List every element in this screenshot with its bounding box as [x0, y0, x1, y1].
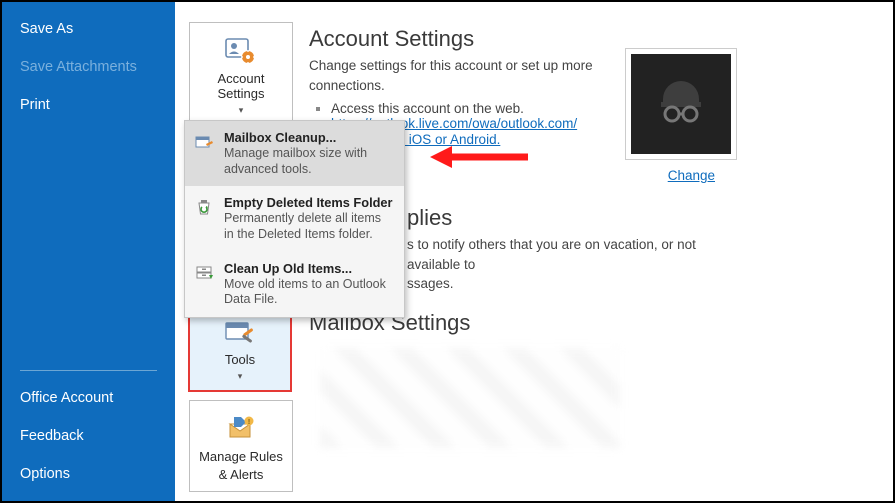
chevron-down-icon: ▾: [239, 105, 244, 116]
mailbox-cleanup-icon: [193, 130, 215, 177]
menu-item-clean-up-old[interactable]: Clean Up Old Items... Move old items to …: [185, 252, 404, 317]
sidebar-item-feedback[interactable]: Feedback: [2, 417, 175, 455]
backstage-sidebar: Save As Save Attachments Print Office Ac…: [2, 2, 175, 501]
menu-item-title: Clean Up Old Items...: [224, 261, 394, 276]
account-picture: [631, 54, 731, 154]
tools-icon: [223, 314, 257, 350]
chevron-down-icon: ▾: [238, 371, 243, 382]
sidebar-divider: [20, 370, 157, 371]
account-settings-tile[interactable]: Account Settings ▾: [189, 22, 293, 125]
account-picture-frame: [625, 48, 737, 160]
menu-item-title: Empty Deleted Items Folder: [224, 195, 394, 210]
sidebar-item-save-attachments: Save Attachments: [2, 48, 175, 86]
menu-item-empty-deleted[interactable]: Empty Deleted Items Folder Permanently d…: [185, 186, 404, 251]
recycle-icon: [193, 195, 215, 242]
sidebar-item-office-account[interactable]: Office Account: [2, 379, 175, 417]
automatic-replies-title: plies: [407, 205, 737, 231]
sidebar-item-save-as[interactable]: Save As: [2, 10, 175, 48]
automatic-replies-desc-l2: ssages.: [407, 274, 737, 294]
manage-rules-label-2: & Alerts: [219, 468, 264, 483]
menu-item-desc: Manage mailbox size with advanced tools.: [224, 146, 394, 177]
sidebar-item-print[interactable]: Print: [2, 86, 175, 124]
menu-item-title: Mailbox Cleanup...: [224, 130, 394, 145]
account-settings-title: Account Settings: [309, 26, 599, 52]
account-settings-desc: Change settings for this account or set …: [309, 56, 599, 95]
sidebar-item-options[interactable]: Options: [2, 455, 175, 493]
account-settings-icon: [224, 33, 258, 69]
archive-icon: [193, 261, 215, 308]
menu-item-mailbox-cleanup[interactable]: Mailbox Cleanup... Manage mailbox size w…: [185, 121, 404, 186]
manage-rules-icon: !: [224, 411, 258, 447]
annotation-arrow: [430, 142, 530, 172]
main-area: Account Settings ▾ Account Settings Chan…: [175, 2, 893, 501]
svg-text:!: !: [248, 419, 250, 426]
automatic-replies-desc-l1: s to notify others that you are on vacat…: [407, 235, 737, 274]
manage-rules-label-1: Manage Rules: [199, 450, 283, 465]
tools-label: Tools: [225, 353, 255, 368]
blurred-content: [320, 348, 620, 448]
menu-item-desc: Permanently delete all items in the Dele…: [224, 211, 394, 242]
manage-rules-tile[interactable]: ! Manage Rules & Alerts: [189, 400, 293, 492]
change-picture-link[interactable]: Change: [668, 168, 715, 183]
tools-popup-menu: Mailbox Cleanup... Manage mailbox size w…: [184, 120, 405, 318]
menu-item-desc: Move old items to an Outlook Data File.: [224, 277, 394, 308]
bullet-access-web-text: Access this account on the web.: [331, 101, 524, 116]
automatic-replies-section: plies s to notify others that you are on…: [407, 205, 737, 294]
account-settings-label: Account Settings: [194, 72, 288, 102]
